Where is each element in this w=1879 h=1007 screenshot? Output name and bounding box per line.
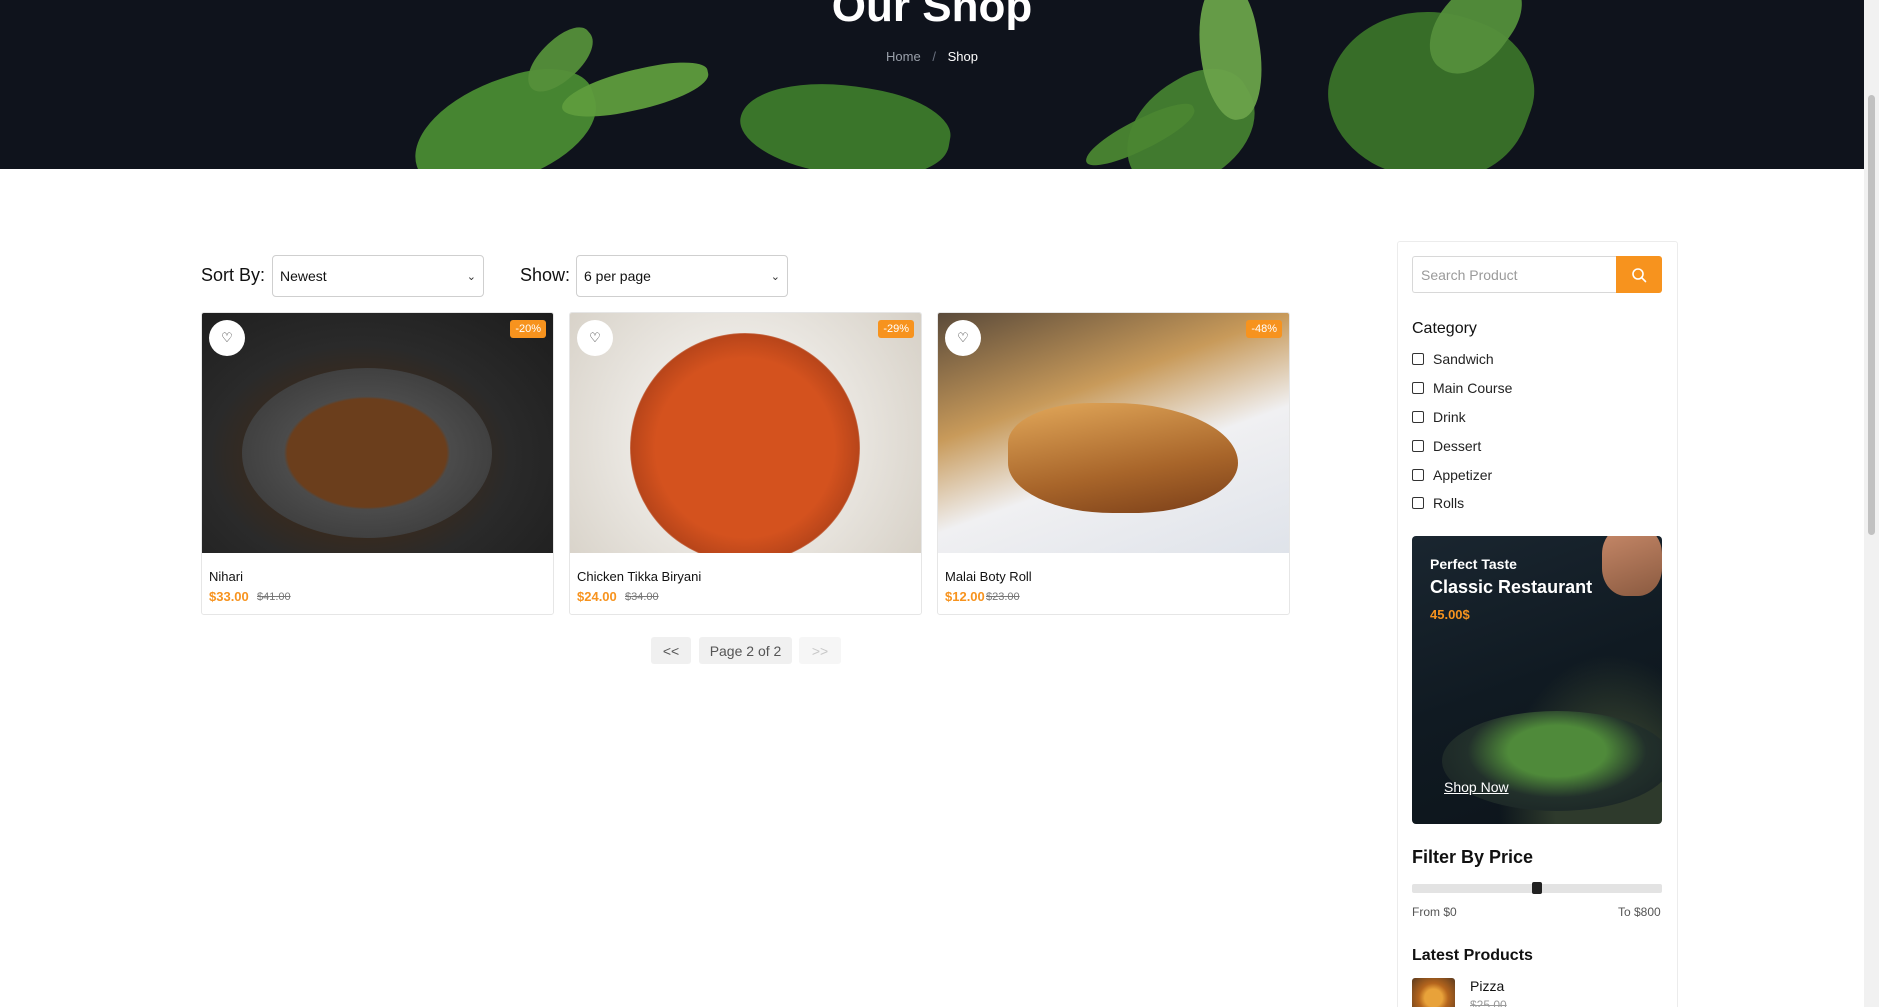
sort-select-value: Newest (280, 268, 327, 284)
product-name[interactable]: Chicken Tikka Biryani (577, 569, 701, 584)
category-item-appetizer[interactable]: Appetizer (1412, 467, 1492, 483)
price-slider-handle[interactable] (1532, 882, 1542, 894)
category-heading: Category (1412, 320, 1477, 337)
chevron-down-icon: ⌄ (770, 270, 780, 283)
per-page-select-value: 6 per page (584, 268, 651, 284)
category-label: Sandwich (1433, 351, 1494, 367)
category-checkbox[interactable] (1412, 497, 1424, 509)
promo-bowl-image (1442, 711, 1662, 811)
per-page-select[interactable]: 6 per page ⌄ (576, 255, 788, 297)
sort-by-label: Sort By: (201, 265, 266, 285)
category-checkbox[interactable] (1412, 353, 1424, 365)
hero-leaf-decoration (733, 67, 957, 169)
price-to-label: To $800 (1618, 905, 1661, 919)
category-label: Appetizer (1433, 467, 1493, 483)
product-name[interactable]: Nihari (209, 569, 243, 584)
promo-tagline: Perfect Taste (1430, 556, 1517, 572)
category-item-dessert[interactable]: Dessert (1412, 438, 1481, 454)
category-label: Drink (1433, 409, 1466, 425)
product-image-dish (630, 333, 860, 553)
promo-title: Classic Restaurant (1430, 577, 1593, 597)
category-checkbox[interactable] (1412, 411, 1424, 423)
wishlist-heart-icon[interactable]: ♡ (945, 320, 981, 356)
product-old-price: $34.00 (625, 591, 659, 603)
latest-product-item[interactable]: Pizza $25.00 (1412, 978, 1507, 1007)
category-label: Dessert (1433, 438, 1482, 454)
chevron-down-icon: ⌄ (466, 270, 476, 283)
product-old-price: $23.00 (986, 591, 1020, 603)
latest-product-price: $25.00 (1470, 998, 1507, 1007)
category-checkbox[interactable] (1412, 440, 1424, 452)
promo-banner[interactable]: Perfect Taste Classic Restaurant 45.00$ … (1412, 536, 1662, 824)
latest-product-thumbnail[interactable] (1412, 978, 1455, 1007)
wishlist-heart-icon[interactable]: ♡ (209, 320, 245, 356)
breadcrumb-home-link[interactable]: Home (886, 49, 921, 64)
discount-badge: -20% (510, 320, 546, 338)
product-image[interactable]: ♡ -29% (570, 313, 921, 553)
search-button[interactable] (1616, 256, 1662, 293)
product-image[interactable]: ♡ -20% (202, 313, 553, 553)
breadcrumb: Home / Shop (0, 49, 1864, 64)
category-item-main-course[interactable]: Main Course (1412, 380, 1512, 396)
search-icon (1632, 267, 1647, 282)
search-product-input[interactable]: Search Product (1412, 256, 1617, 293)
latest-products-heading: Latest Products (1412, 947, 1533, 964)
product-old-price: $41.00 (257, 591, 291, 603)
promo-price: 45.00$ (1430, 607, 1470, 622)
pagination-prev-button[interactable]: << (651, 637, 691, 664)
breadcrumb-separator: / (932, 49, 936, 64)
scrollbar-thumb[interactable] (1868, 95, 1875, 535)
wishlist-heart-icon[interactable]: ♡ (577, 320, 613, 356)
product-image-dish (1008, 403, 1238, 513)
breadcrumb-current: Shop (947, 49, 978, 64)
category-item-drink[interactable]: Drink (1412, 409, 1466, 425)
category-item-sandwich[interactable]: Sandwich (1412, 351, 1494, 367)
pagination-status: Page 2 of 2 (699, 637, 792, 664)
show-label: Show: (520, 265, 571, 285)
latest-product-name[interactable]: Pizza (1470, 978, 1504, 994)
category-checkbox[interactable] (1412, 469, 1424, 481)
product-name[interactable]: Malai Boty Roll (945, 569, 1032, 584)
product-price: $24.00 (577, 589, 617, 604)
product-image-dish (242, 368, 492, 538)
page-title: Our Shop (831, 0, 1033, 31)
product-card[interactable]: ♡ -20% Nihari $33.00 $41.00 (201, 312, 554, 615)
filter-by-price-heading: Filter By Price (1412, 847, 1534, 867)
promo-shop-now-link[interactable]: Shop Now (1444, 779, 1509, 795)
pagination-next-button[interactable]: >> (799, 637, 841, 664)
discount-badge: -48% (1246, 320, 1282, 338)
product-price: $12.00 (945, 589, 985, 604)
product-price: $33.00 (209, 589, 249, 604)
product-image[interactable]: ♡ -48% (938, 313, 1289, 553)
category-checkbox[interactable] (1412, 382, 1424, 394)
discount-badge: -29% (878, 320, 914, 338)
category-item-rolls[interactable]: Rolls (1412, 495, 1464, 511)
promo-hand-image (1602, 536, 1662, 596)
hero-banner: Our Shop Home / Shop (0, 0, 1864, 169)
price-from-label: From $0 (1412, 905, 1457, 919)
product-card[interactable]: ♡ -29% Chicken Tikka Biryani $24.00 $34.… (569, 312, 922, 615)
product-card[interactable]: ♡ -48% Malai Boty Roll $12.00 $23.00 (937, 312, 1290, 615)
category-label: Main Course (1433, 380, 1513, 396)
category-label: Rolls (1433, 495, 1465, 511)
page-scrollbar[interactable] (1864, 0, 1879, 1007)
sort-select[interactable]: Newest ⌄ (272, 255, 484, 297)
